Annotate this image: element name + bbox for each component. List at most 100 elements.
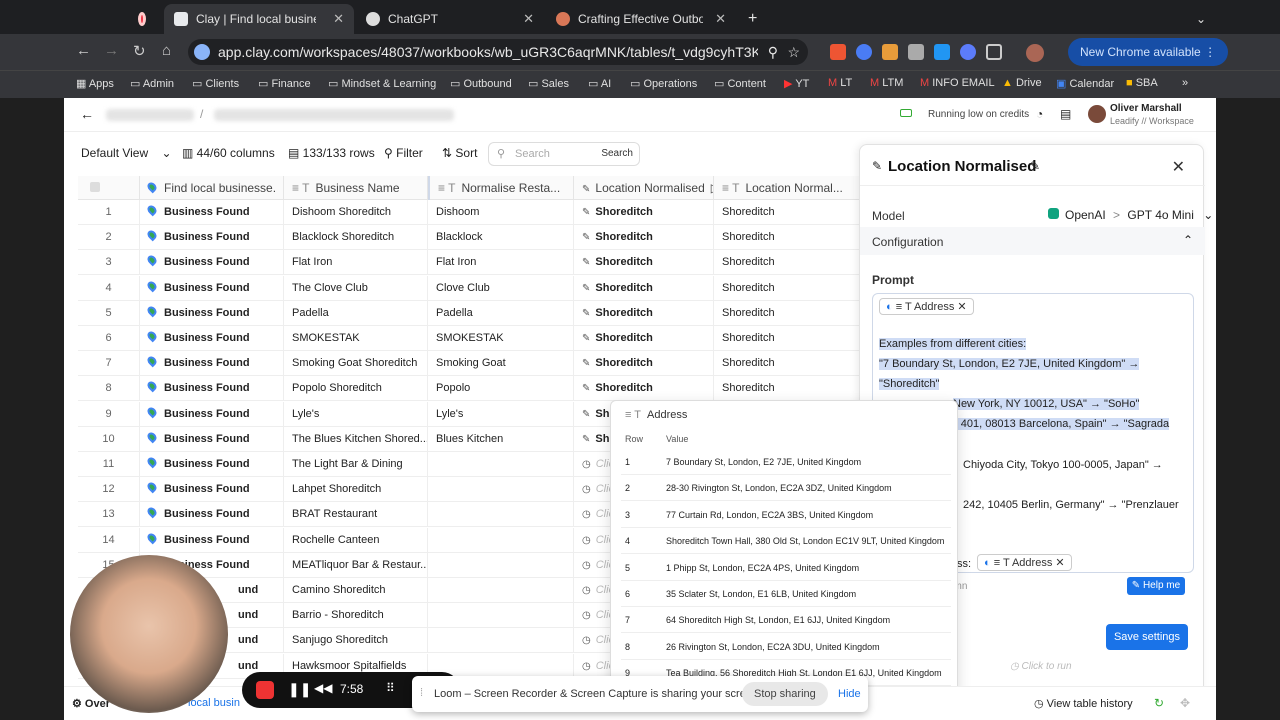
url-field[interactable]: app.clay.com/workspaces/48037/workbooks/… xyxy=(188,39,808,65)
table-cell-status[interactable]: Business Found xyxy=(140,300,284,326)
table-cell-norm[interactable]: Blues Kitchen xyxy=(428,426,574,452)
home-icon[interactable]: ⌂ xyxy=(162,42,171,59)
list-item[interactable]: 3 77 Curtain Rd, London, EC2A 3BS, United… xyxy=(621,502,951,528)
close-tab-icon[interactable]: ✕ xyxy=(715,11,726,27)
configuration-section[interactable]: Configuration ⌃ xyxy=(860,227,1205,255)
column-header-find-local[interactable]: Find local businesse. xyxy=(140,176,284,200)
columns-button[interactable]: ▥ 44/60 columns xyxy=(182,146,275,160)
edit-pencil-icon[interactable]: ✎ xyxy=(1030,159,1040,173)
search-input[interactable]: ⚲ Search Search xyxy=(488,142,640,166)
column-header-normalise[interactable]: ≡ T Normalise Resta... xyxy=(428,176,574,200)
list-item[interactable]: 17 Boundary St, London, E2 7JE, United K… xyxy=(621,449,951,475)
table-cell-name[interactable]: Camino Shoreditch xyxy=(284,578,428,603)
table-cell-n[interactable]: 3 xyxy=(78,250,140,276)
stop-record-icon[interactable] xyxy=(256,681,274,699)
table-cell-name[interactable]: The Blues Kitchen Shored... xyxy=(284,426,428,452)
table-row[interactable]: 8 Business Found Popolo Shoreditch Popolo ✎ S… xyxy=(78,376,908,402)
star-icon[interactable]: ☆ xyxy=(787,39,800,65)
notification-icon[interactable]: ◔ xyxy=(1036,107,1043,121)
table-cell-name[interactable]: Lahpet Shoreditch xyxy=(284,477,428,503)
inbox-icon[interactable]: ▤ xyxy=(1060,107,1071,121)
table-cell-n[interactable]: 2 xyxy=(78,225,140,251)
table-row[interactable]: 7 Business Found Smoking Goat Shoreditch Sm… xyxy=(78,351,908,377)
table-row[interactable]: 1 Business Found Dishoom Shoreditch Dishoom… xyxy=(78,200,908,225)
bookmark-ltm[interactable]: M LTM xyxy=(870,77,903,89)
table-cell-n[interactable]: 11 xyxy=(78,452,140,477)
select-all-header[interactable] xyxy=(78,176,140,200)
extension-icon[interactable] xyxy=(960,44,976,60)
list-item[interactable]: 8 26 Rivington St, London, EC2A 3DU, Unit… xyxy=(621,634,951,660)
plus-icon[interactable]: + xyxy=(748,10,757,28)
table-cell-norm[interactable] xyxy=(428,452,574,477)
move-icon[interactable]: ✥ xyxy=(1180,696,1190,710)
tab-list-button[interactable]: ⌄ xyxy=(1186,4,1216,34)
table-cell-name[interactable]: The Clove Club xyxy=(284,275,428,301)
tab-recording[interactable] xyxy=(128,4,164,34)
table-cell-status[interactable]: Business Found xyxy=(140,401,284,427)
table-cell-status[interactable]: Business Found xyxy=(140,250,284,276)
click-to-run[interactable]: ◷ Click to run xyxy=(1010,661,1072,672)
chevron-up-icon[interactable]: ⌃ xyxy=(1183,233,1193,247)
search-button[interactable]: Search xyxy=(601,143,633,165)
table-row[interactable]: 6 Business Found SMOKESTAK SMOKESTAK ✎ Shored… xyxy=(78,326,908,351)
table-cell-name[interactable]: Padella xyxy=(284,300,428,326)
stop-sharing-button[interactable]: Stop sharing xyxy=(742,682,828,706)
rewind-icon[interactable]: ◀◀ xyxy=(314,681,332,695)
table-cell-status[interactable]: Business Found xyxy=(140,351,284,377)
avatar[interactable] xyxy=(1088,105,1106,123)
table-cell-n[interactable]: 9 xyxy=(78,401,140,427)
table-cell-name[interactable]: Rochelle Canteen xyxy=(284,527,428,553)
table-cell-name[interactable]: Sanjugo Shoreditch xyxy=(284,628,428,654)
table-cell-norm[interactable]: Clove Club xyxy=(428,275,574,301)
column-header-location-normalised[interactable]: ✎Location Normalised▷ xyxy=(574,176,714,200)
credits-warning[interactable]: Running low on credits xyxy=(928,109,1029,120)
table-cell-name[interactable]: Blacklock Shoreditch xyxy=(284,225,428,251)
back-icon[interactable]: ← xyxy=(76,42,91,59)
table-cell-name[interactable]: Smoking Goat Shoreditch xyxy=(284,351,428,377)
table-cell-norm[interactable]: Smoking Goat xyxy=(428,351,574,377)
table-cell-status[interactable]: Business Found xyxy=(140,376,284,402)
table-cell-norm[interactable]: Padella xyxy=(428,300,574,326)
table-cell-norm[interactable] xyxy=(428,502,574,528)
tab-chatgpt[interactable]: ChatGPT ✕ xyxy=(356,4,544,34)
table-cell-loc[interactable]: ✎ Shoreditch xyxy=(574,376,714,402)
bookmark-folder[interactable]: ▭ AI xyxy=(588,77,611,90)
bookmark-info-email[interactable]: M INFO EMAIL xyxy=(920,77,995,89)
table-cell-name[interactable]: Barrio - Shoreditch xyxy=(284,603,428,629)
table-cell-name[interactable]: Dishoom Shoreditch xyxy=(284,200,428,225)
sort-button[interactable]: ⇅ Sort xyxy=(442,146,477,160)
table-cell-n[interactable]: 6 xyxy=(78,326,140,351)
refresh-icon[interactable]: ↻ xyxy=(1154,696,1164,710)
bookmark-folder[interactable]: ▭ Admin xyxy=(130,77,174,90)
column-header-business-name[interactable]: ≡ T Business Name xyxy=(284,176,428,200)
table-cell-norm[interactable] xyxy=(428,527,574,553)
table-cell-name[interactable]: BRAT Restaurant xyxy=(284,502,428,528)
new-tab-button[interactable]: + xyxy=(738,4,767,34)
table-cell-name[interactable]: Popolo Shoreditch xyxy=(284,376,428,402)
table-cell-norm[interactable]: Dishoom xyxy=(428,200,574,225)
table-cell-norm[interactable]: Lyle's xyxy=(428,401,574,427)
extension-icon[interactable] xyxy=(856,44,872,60)
bookmark-folder[interactable]: ▭ Clients xyxy=(192,77,239,90)
extension-icon[interactable] xyxy=(882,44,898,60)
extension-icon[interactable] xyxy=(908,44,924,60)
forward-icon[interactable]: → xyxy=(104,42,119,59)
close-tab-icon[interactable]: ✕ xyxy=(333,11,344,27)
site-info-icon[interactable] xyxy=(194,44,210,60)
pause-icon[interactable]: ❚❚ xyxy=(288,681,311,698)
table-cell-status[interactable]: Business Found xyxy=(140,225,284,251)
table-cell-loc[interactable]: ✎ Shoreditch xyxy=(574,300,714,326)
bookmark-folder[interactable]: ▭ Operations xyxy=(630,77,697,90)
help-me-button[interactable]: ✎ Help me xyxy=(1127,577,1185,595)
table-cell-name[interactable]: The Light Bar & Dining xyxy=(284,452,428,477)
table-history-button[interactable]: ◷ View table history xyxy=(1034,697,1133,710)
table-cell-n[interactable]: 14 xyxy=(78,527,140,553)
new-chrome-button[interactable]: New Chrome available ⋮ xyxy=(1068,38,1229,66)
menu-dots-icon[interactable]: ⋮ xyxy=(1204,45,1216,59)
table-cell-status[interactable]: Business Found xyxy=(140,452,284,477)
table-cell-n[interactable]: 8 xyxy=(78,376,140,402)
extension-icon[interactable] xyxy=(934,44,950,60)
bookmark-sba[interactable]: ■ SBA xyxy=(1126,77,1158,89)
reload-icon[interactable]: ↻ xyxy=(133,42,146,60)
table-cell-name[interactable]: Flat Iron xyxy=(284,250,428,276)
